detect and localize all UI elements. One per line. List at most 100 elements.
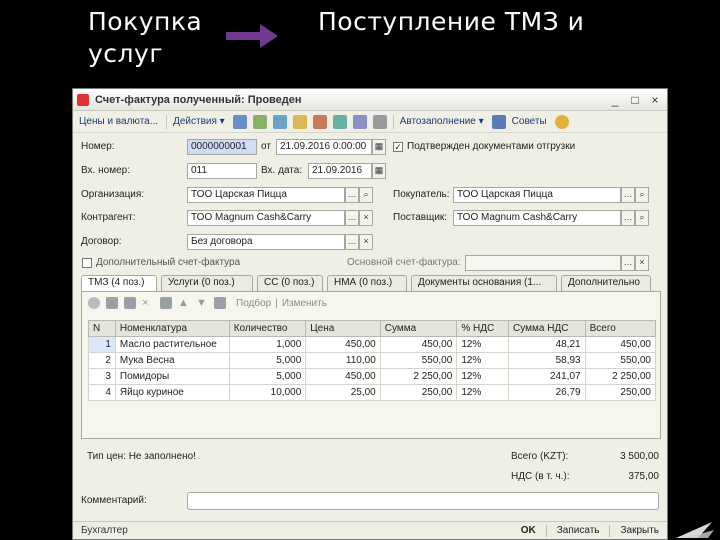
organization-field[interactable]: ТОО Царская Пицца	[187, 187, 345, 203]
confirmed-checkbox[interactable]: ✓	[393, 142, 403, 152]
column-header[interactable]: Номенклатура	[114, 320, 230, 337]
clear-icon[interactable]: ×	[359, 210, 373, 226]
tree-icon[interactable]	[372, 114, 387, 129]
close-button[interactable]: Закрыть	[620, 525, 659, 536]
buyer-field[interactable]: ТОО Царская Пицца	[453, 187, 621, 203]
item-vat-sum[interactable]: 48,21	[508, 336, 586, 353]
column-header[interactable]: Сумма НДС	[508, 320, 586, 337]
column-header[interactable]: Сумма	[379, 320, 458, 337]
item-total[interactable]: 250,00	[584, 384, 657, 401]
item-price[interactable]: 450,00	[305, 336, 381, 353]
extra-invoice-checkbox[interactable]	[82, 258, 92, 268]
item-vat-rate[interactable]: 12%	[456, 352, 510, 369]
move-up-icon[interactable]: ▲	[178, 297, 190, 309]
item-sum[interactable]: 250,00	[379, 384, 458, 401]
ellipsis-icon[interactable]: …	[621, 255, 635, 271]
item-name[interactable]: Помидоры	[114, 368, 230, 385]
number-field[interactable]: 0000000001	[187, 139, 257, 155]
calendar-icon[interactable]: ▦	[372, 163, 386, 179]
actions-menu-button[interactable]: Действия ▾	[173, 116, 225, 127]
item-vat-rate[interactable]: 12%	[456, 384, 510, 401]
close-icon[interactable]: ×	[647, 93, 663, 107]
save-button[interactable]: Записать	[557, 525, 600, 536]
table-row[interactable]: 3 Помидоры 5,000 450,00 2 250,00 12% 241…	[88, 368, 657, 385]
help-icon[interactable]	[554, 114, 569, 129]
sort-icon[interactable]	[214, 297, 226, 309]
tab-additional[interactable]: Дополнительно	[561, 275, 651, 291]
item-total[interactable]: 450,00	[584, 336, 657, 353]
item-sum[interactable]: 550,00	[379, 352, 458, 369]
item-vat-rate[interactable]: 12%	[456, 336, 510, 353]
pick-button[interactable]: Подбор	[236, 298, 271, 309]
ellipsis-icon[interactable]: …	[345, 210, 359, 226]
search-icon[interactable]: ⌕	[359, 187, 373, 203]
search-icon[interactable]: ⌕	[635, 210, 649, 226]
table-row[interactable]: 1 Масло растительное 1,000 450,00 450,00…	[88, 336, 657, 353]
item-name[interactable]: Мука Весна	[114, 352, 230, 369]
prices-currency-button[interactable]: Цены и валюта...	[79, 116, 158, 127]
item-quantity[interactable]: 5,000	[228, 352, 307, 369]
item-sum[interactable]: 2 250,00	[379, 368, 458, 385]
item-quantity[interactable]: 10,000	[228, 384, 307, 401]
item-total[interactable]: 550,00	[584, 352, 657, 369]
search-icon[interactable]: ⌕	[635, 187, 649, 203]
clear-icon[interactable]: ×	[635, 255, 649, 271]
item-quantity[interactable]: 5,000	[228, 368, 307, 385]
calculator-icon[interactable]	[491, 114, 506, 129]
item-price[interactable]: 25,00	[305, 384, 381, 401]
in-date-field[interactable]: 21.09.2016	[308, 163, 372, 179]
clear-icon[interactable]: ×	[359, 234, 373, 250]
item-vat-sum[interactable]: 58,93	[508, 352, 586, 369]
item-name[interactable]: Масло растительное	[114, 336, 230, 353]
ok-button[interactable]: OK	[521, 525, 536, 536]
move-down-icon[interactable]: ▼	[196, 297, 208, 309]
ellipsis-icon[interactable]: …	[345, 234, 359, 250]
item-price[interactable]: 450,00	[305, 368, 381, 385]
item-vat-sum[interactable]: 241,07	[508, 368, 586, 385]
column-header[interactable]: Всего	[584, 320, 657, 337]
ellipsis-icon[interactable]: …	[621, 210, 635, 226]
save-icon[interactable]	[160, 297, 172, 309]
supplier-field[interactable]: ТОО Magnum Cash&Carry	[453, 210, 621, 226]
refresh-icon[interactable]	[272, 114, 287, 129]
base-invoice-field[interactable]	[465, 255, 621, 271]
table-row[interactable]: 2 Мука Весна 5,000 110,00 550,00 12% 58,…	[88, 352, 657, 369]
comment-field[interactable]	[187, 492, 659, 510]
tab-base-documents[interactable]: Документы основания (1...	[411, 275, 557, 291]
column-header[interactable]: Цена	[305, 320, 381, 337]
column-header[interactable]: Количество	[228, 320, 307, 337]
item-price[interactable]: 110,00	[305, 352, 381, 369]
calendar-icon[interactable]: ▦	[372, 139, 386, 155]
date-from-field[interactable]: 21.09.2016 0:00:00	[276, 139, 372, 155]
add-icon[interactable]	[88, 297, 100, 309]
post-icon[interactable]	[232, 114, 247, 129]
column-header[interactable]: N	[88, 320, 116, 337]
counterparty-field[interactable]: ТОО Magnum Cash&Carry	[187, 210, 345, 226]
minimize-icon[interactable]: _	[607, 93, 623, 107]
create-based-icon[interactable]	[312, 114, 327, 129]
structure-icon[interactable]	[292, 114, 307, 129]
maximize-icon[interactable]: □	[627, 93, 643, 107]
item-sum[interactable]: 450,00	[379, 336, 458, 353]
ellipsis-icon[interactable]: …	[345, 187, 359, 203]
in-number-field[interactable]: 011	[187, 163, 257, 179]
item-vat-rate[interactable]: 12%	[456, 368, 510, 385]
edit-icon[interactable]	[124, 297, 136, 309]
ellipsis-icon[interactable]: …	[621, 187, 635, 203]
contract-field[interactable]: Без договора	[187, 234, 345, 250]
list-icon[interactable]	[352, 114, 367, 129]
item-name[interactable]: Яйцо куриное	[114, 384, 230, 401]
price-type-link[interactable]: Тип цен: Не заполнено!	[87, 451, 196, 462]
tab-goods[interactable]: ТМЗ (4 поз.)	[81, 275, 157, 292]
tab-fixed-assets[interactable]: СС (0 поз.)	[257, 275, 323, 291]
table-row[interactable]: 4 Яйцо куриное 10,000 25,00 250,00 12% 2…	[88, 384, 657, 401]
column-header[interactable]: % НДС	[456, 320, 510, 337]
tab-intangibles[interactable]: НМА (0 поз.)	[327, 275, 407, 291]
print-icon[interactable]	[252, 114, 267, 129]
tab-services[interactable]: Услуги (0 поз.)	[161, 275, 253, 291]
tips-button[interactable]: Советы	[512, 116, 547, 127]
item-total[interactable]: 2 250,00	[584, 368, 657, 385]
copy-icon[interactable]	[106, 297, 118, 309]
delete-icon[interactable]: ×	[142, 297, 154, 309]
item-vat-sum[interactable]: 26,79	[508, 384, 586, 401]
